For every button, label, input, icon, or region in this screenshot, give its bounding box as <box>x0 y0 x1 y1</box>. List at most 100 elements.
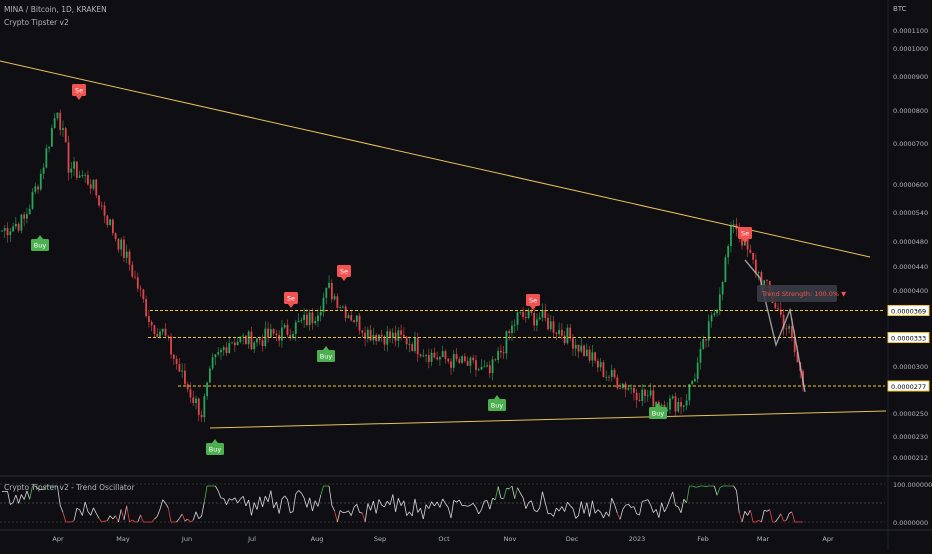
oscillator-line <box>634 507 637 514</box>
oscillator-bottom-tick: 0.0000000 <box>893 519 928 527</box>
candle-body <box>519 312 521 313</box>
candle-body <box>494 359 496 360</box>
price-axis-tick: 0.0000900 <box>893 73 928 81</box>
oscillator-line <box>182 514 185 521</box>
time-axis-tick: Feb <box>697 535 709 543</box>
oscillator-line <box>218 491 221 498</box>
candle-body <box>688 384 690 400</box>
candle-body <box>652 390 654 406</box>
oscillator-line <box>445 503 448 507</box>
candle-body <box>461 356 463 363</box>
candle-body <box>492 359 494 373</box>
oscillator-line <box>132 520 135 522</box>
candle-body <box>129 252 131 265</box>
candle-body <box>677 402 679 412</box>
oscillator-line <box>556 508 559 511</box>
candle-body <box>672 396 674 398</box>
candle-body <box>281 327 283 340</box>
oscillator-line <box>274 502 277 508</box>
candle-body <box>644 390 646 396</box>
candle-body <box>453 354 455 368</box>
oscillator-line <box>307 498 310 508</box>
candle-body <box>661 405 663 407</box>
candle-body <box>447 359 449 362</box>
oscillator-line <box>368 503 371 510</box>
oscillator-line <box>659 503 662 518</box>
time-axis-tick: Apr <box>52 535 64 543</box>
candle-body <box>312 312 314 323</box>
candle-body <box>724 257 726 282</box>
candle-body <box>578 345 580 352</box>
oscillator-line <box>487 501 490 510</box>
oscillator-line <box>77 508 80 509</box>
candle-body <box>639 400 641 401</box>
candle-body <box>40 174 42 190</box>
oscillator-line <box>19 495 22 504</box>
buy-signal-label: Buy <box>652 410 665 418</box>
oscillator-line <box>651 505 654 513</box>
oscillator-line <box>263 496 266 507</box>
oscillator-line <box>490 498 493 509</box>
candle-body <box>428 355 430 362</box>
oscillator-line <box>351 507 354 515</box>
oscillator-line <box>382 505 385 507</box>
candle-body <box>608 377 610 378</box>
candle-body <box>370 330 372 341</box>
candle-body <box>142 290 144 299</box>
time-axis-tick: May <box>116 535 130 543</box>
oscillator-line <box>238 499 241 503</box>
candle-body <box>406 337 408 344</box>
candle-body <box>564 336 566 343</box>
candle-body <box>195 399 197 403</box>
candle-body <box>70 169 72 173</box>
indicator-name[interactable]: Crypto Tipster v2 <box>4 18 69 27</box>
oscillator-line <box>656 509 659 517</box>
candle-body <box>270 329 272 337</box>
candle-body <box>306 315 308 325</box>
candle-body <box>467 361 469 366</box>
candle-body <box>118 239 120 250</box>
candle-body <box>59 113 61 130</box>
oscillator-line <box>301 493 304 498</box>
oscillator-line <box>290 512 293 513</box>
ascending-trendline[interactable] <box>210 411 886 428</box>
candle-body <box>7 228 9 235</box>
candle-body <box>90 184 92 188</box>
candle-body <box>32 192 34 209</box>
candle-body <box>697 363 699 379</box>
candle-body <box>633 388 635 393</box>
candle-body <box>295 322 297 334</box>
oscillator-line <box>116 516 119 522</box>
candle-body <box>472 358 474 361</box>
oscillator-line <box>476 507 479 514</box>
oscillator-line <box>360 512 363 513</box>
chart-area[interactable]: 0.00011000.00010000.00009000.00008000.00… <box>0 0 932 550</box>
oscillator-line <box>642 501 645 502</box>
candle-body <box>766 280 768 281</box>
candle-body <box>433 353 435 358</box>
oscillator-line <box>8 491 11 504</box>
candle-body <box>625 384 627 390</box>
oscillator-line <box>703 486 706 487</box>
oscillator-line <box>687 486 690 503</box>
oscillator-line <box>315 501 318 507</box>
oscillator-line <box>138 515 141 522</box>
oscillator-line <box>265 496 268 502</box>
oscillator-title[interactable]: Crypto Tipster v2 - Trend Oscillator <box>4 483 135 492</box>
price-chart[interactable]: 0.00011000.00010000.00009000.00008000.00… <box>0 0 932 550</box>
time-axis-tick: Apr <box>822 535 834 543</box>
oscillator-line <box>337 510 340 522</box>
candle-body <box>154 325 156 334</box>
candle-body <box>223 347 225 350</box>
candle-body <box>547 318 549 329</box>
candle-body <box>683 406 685 407</box>
symbol-line[interactable]: MINA / Bitcoin, 1D, KRAKEN <box>4 5 107 14</box>
candle-body <box>758 272 760 273</box>
candle-body <box>616 377 618 388</box>
oscillator-line <box>520 493 523 498</box>
candle-body <box>151 322 153 325</box>
oscillator-line <box>767 510 770 512</box>
oscillator-line <box>748 510 751 515</box>
candle-body <box>647 395 649 396</box>
candle-body <box>140 289 142 290</box>
